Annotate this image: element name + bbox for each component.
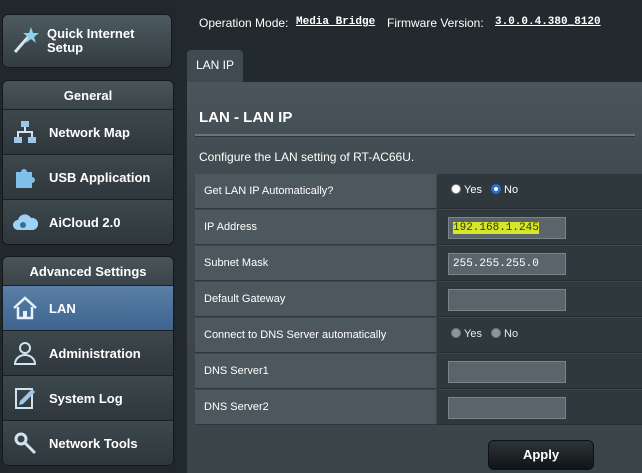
sidebar-item-administration[interactable]: Administration xyxy=(3,330,173,375)
sidebar-item-label: Network Map xyxy=(49,125,130,140)
field-label: DNS Server1 xyxy=(195,354,436,389)
form-row-dns-server1: DNS Server1 xyxy=(195,354,642,390)
advanced-settings-title: Advanced Settings xyxy=(3,257,173,285)
page-title: LAN - LAN IP xyxy=(199,109,293,126)
home-icon xyxy=(13,296,37,320)
operation-mode-label: Operation Mode: xyxy=(199,16,289,30)
sidebar-item-label: LAN xyxy=(49,301,76,316)
field-label: IP Address xyxy=(195,210,436,245)
form-row-dns-auto: Connect to DNS Server automatically Yes … xyxy=(195,318,642,354)
field-label: Subnet Mask xyxy=(195,246,436,281)
title-divider xyxy=(195,134,635,137)
radio-label: No xyxy=(504,328,519,340)
radio-label: Yes xyxy=(464,328,482,340)
firmware-version-link[interactable]: 3.0.0.4.380_8120 xyxy=(495,16,601,28)
auto-ip-no-radio[interactable]: No xyxy=(491,184,518,196)
log-icon xyxy=(15,388,35,409)
sidebar-item-label: Network Tools xyxy=(49,436,138,451)
tab-lan-ip[interactable]: LAN IP xyxy=(187,50,243,82)
sidebar-item-label: AiCloud 2.0 xyxy=(49,215,121,230)
field-label: Connect to DNS Server automatically xyxy=(195,318,436,353)
dns-server1-input[interactable] xyxy=(448,361,566,383)
top-info-bar: Operation Mode: Media Bridge Firmware Ve… xyxy=(176,0,642,44)
lan-ip-form: Get LAN IP Automatically? Yes No IP Addr… xyxy=(195,174,642,426)
field-value xyxy=(437,390,642,425)
auto-ip-yes-radio[interactable]: Yes xyxy=(451,184,482,196)
apply-button[interactable]: Apply xyxy=(488,440,594,470)
sidebar-item-network-map[interactable]: Network Map xyxy=(3,109,173,154)
form-row-default-gateway: Default Gateway xyxy=(195,282,642,318)
person-icon xyxy=(13,342,37,365)
field-value: Yes No xyxy=(437,174,642,209)
field-value xyxy=(437,354,642,389)
field-label: Default Gateway xyxy=(195,282,436,317)
radio-label: No xyxy=(504,184,519,196)
sidebar-item-label: System Log xyxy=(49,391,123,406)
field-value: Yes No xyxy=(437,318,642,353)
field-label: DNS Server2 xyxy=(195,390,436,425)
radio-label: Yes xyxy=(464,184,482,196)
sidebar-item-lan[interactable]: LAN xyxy=(3,285,173,330)
form-row-ip-address: IP Address 192.168.1.245 xyxy=(195,210,642,246)
form-row-subnet-mask: Subnet Mask 255.255.255.0 xyxy=(195,246,642,282)
cloud-icon xyxy=(13,214,38,230)
default-gateway-input[interactable] xyxy=(448,289,566,311)
network-map-icon xyxy=(14,121,36,143)
sidebar-item-network-tools[interactable]: Network Tools xyxy=(3,420,173,465)
field-value xyxy=(437,282,642,317)
radio-circle xyxy=(491,328,501,338)
advanced-settings-group: Advanced Settings LAN Administration Sys… xyxy=(2,256,174,466)
form-row-auto-ip: Get LAN IP Automatically? Yes No xyxy=(195,174,642,210)
input-value: 192.168.1.245 xyxy=(453,222,539,234)
ip-address-input[interactable]: 192.168.1.245 xyxy=(448,217,566,239)
sidebar-item-label: Administration xyxy=(49,346,141,361)
form-row-dns-server2: DNS Server2 xyxy=(195,390,642,426)
quick-setup-label: Quick Internet Setup xyxy=(47,26,135,55)
field-label: Get LAN IP Automatically? xyxy=(195,174,436,209)
wrench-icon xyxy=(14,432,37,455)
magic-wand-icon xyxy=(13,27,39,53)
firmware-version-label: Firmware Version: xyxy=(387,16,484,30)
radio-circle xyxy=(491,184,501,194)
page-description: Configure the LAN setting of RT-AC66U. xyxy=(199,150,415,164)
general-title: General xyxy=(3,81,173,109)
quick-internet-setup-button[interactable]: Quick Internet Setup xyxy=(2,14,172,68)
dns-auto-yes-radio[interactable]: Yes xyxy=(451,328,482,340)
lan-ip-panel: LAN - LAN IP Configure the LAN setting o… xyxy=(187,82,642,473)
sidebar-item-system-log[interactable]: System Log xyxy=(3,375,173,420)
dns-auto-no-radio[interactable]: No xyxy=(491,328,518,340)
operation-mode-link[interactable]: Media Bridge xyxy=(296,16,375,28)
radio-circle xyxy=(451,184,461,194)
sidebar-item-label: USB Application xyxy=(49,170,151,185)
puzzle-icon xyxy=(16,169,35,188)
sidebar-item-usb-application[interactable]: USB Application xyxy=(3,154,173,199)
radio-circle xyxy=(451,328,461,338)
field-value: 255.255.255.0 xyxy=(437,246,642,281)
sidebar: Quick Internet Setup General Network Map… xyxy=(0,0,176,473)
sidebar-item-aicloud[interactable]: AiCloud 2.0 xyxy=(3,199,173,244)
dns-server2-input[interactable] xyxy=(448,397,566,419)
subnet-mask-input[interactable]: 255.255.255.0 xyxy=(448,253,566,275)
field-value: 192.168.1.245 xyxy=(437,210,642,245)
general-group: General Network Map USB Application AiCl… xyxy=(2,80,174,245)
